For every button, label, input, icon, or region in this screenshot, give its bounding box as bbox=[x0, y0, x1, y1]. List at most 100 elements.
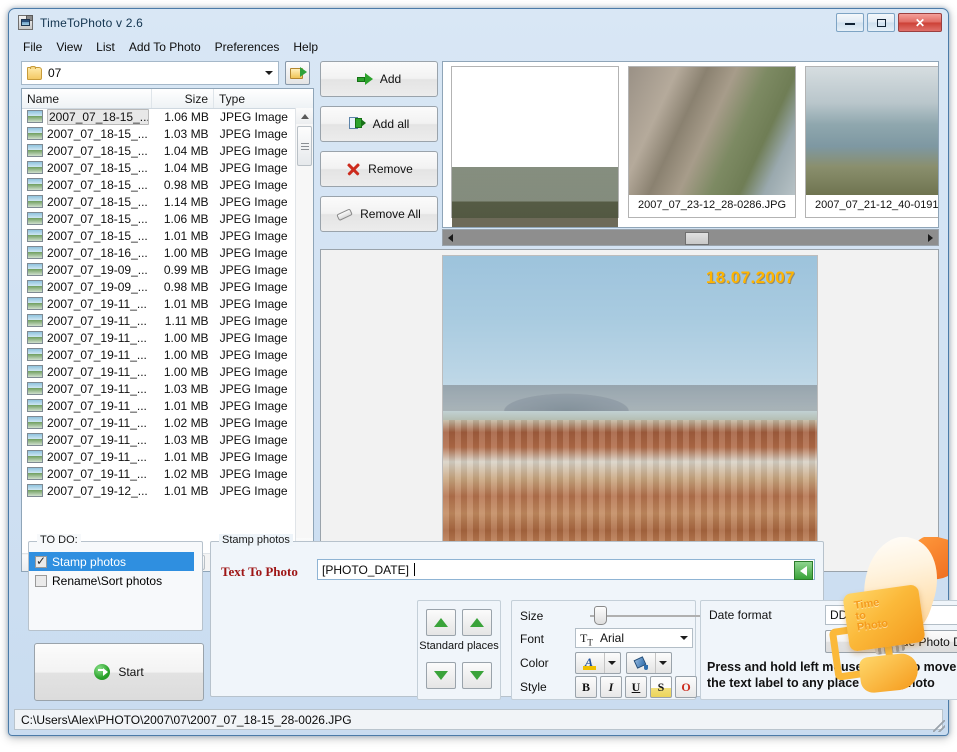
file-list-row[interactable]: 2007_07_19-11_... 1.03 MB JPEG Image bbox=[22, 380, 297, 397]
todo-item-rename-sort-photos[interactable]: Rename\Sort photos bbox=[29, 571, 202, 590]
todo-item-stamp-photos[interactable]: Stamp photos bbox=[29, 552, 194, 571]
minimize-button[interactable] bbox=[836, 13, 864, 32]
outline-button[interactable]: O bbox=[675, 676, 697, 698]
start-button[interactable]: Start bbox=[34, 643, 204, 701]
size-slider-thumb[interactable] bbox=[594, 606, 607, 625]
file-list-row[interactable]: 2007_07_18-15_... 1.01 MB JPEG Image bbox=[22, 227, 297, 244]
place-bottom-left-button[interactable] bbox=[426, 662, 456, 689]
thumb-scroll-right-button[interactable] bbox=[923, 230, 938, 245]
menu-item-preferences[interactable]: Preferences bbox=[208, 38, 287, 56]
place-top-right-button[interactable] bbox=[462, 609, 492, 636]
file-list-row[interactable]: 2007_07_18-15_... 1.04 MB JPEG Image bbox=[22, 142, 297, 159]
column-header-size[interactable]: Size bbox=[152, 89, 214, 108]
file-list-row[interactable]: 2007_07_18-15_... 1.14 MB JPEG Image bbox=[22, 193, 297, 210]
file-list-row[interactable]: 2007_07_19-11_... 1.02 MB JPEG Image bbox=[22, 465, 297, 482]
add-all-button[interactable]: Add all bbox=[320, 106, 438, 142]
browse-folder-button[interactable] bbox=[285, 61, 310, 85]
file-type: JPEG Image bbox=[219, 466, 288, 481]
file-list-row[interactable]: 2007_07_19-09_... 0.98 MB JPEG Image bbox=[22, 278, 297, 295]
add-button[interactable]: Add bbox=[320, 61, 438, 97]
application-window: TimeToPhoto v 2.6 ✕ File View List Add T… bbox=[8, 8, 957, 736]
thumb-scroll-left-button[interactable] bbox=[443, 230, 458, 245]
file-size: 1.01 MB bbox=[163, 228, 209, 243]
file-list-row[interactable]: 2007_07_18-15_... 1.03 MB JPEG Image bbox=[22, 125, 297, 142]
menu-item-add-to-photo[interactable]: Add To Photo bbox=[122, 38, 208, 56]
file-list-vertical-scrollbar[interactable] bbox=[295, 108, 313, 554]
place-bottom-right-button[interactable] bbox=[462, 662, 492, 689]
file-list-row[interactable]: 2007_07_19-11_... 1.02 MB JPEG Image bbox=[22, 414, 297, 431]
photo-preview-panel[interactable]: 18.07.2007 bbox=[320, 249, 939, 572]
close-button[interactable]: ✕ bbox=[898, 13, 942, 32]
file-list-row[interactable]: 2007_07_19-11_... 1.00 MB JPEG Image bbox=[22, 329, 297, 346]
file-list-row[interactable]: 2007_07_18-15_... 1.04 MB JPEG Image bbox=[22, 159, 297, 176]
file-list-row[interactable]: 2007_07_18-16_... 1.00 MB JPEG Image bbox=[22, 244, 297, 261]
folder-combo[interactable]: 07 bbox=[21, 61, 279, 85]
italic-button[interactable]: I bbox=[600, 676, 622, 698]
thumbnail-image bbox=[806, 67, 938, 195]
file-thumb-icon bbox=[27, 416, 43, 429]
file-size: 1.00 MB bbox=[163, 347, 209, 362]
thumb-scrollbar-thumb[interactable] bbox=[685, 232, 709, 245]
column-header-type[interactable]: Type bbox=[214, 89, 297, 108]
maximize-button[interactable] bbox=[867, 13, 895, 32]
file-name: 2007_07_19-11_... bbox=[47, 296, 147, 311]
insert-token-button[interactable] bbox=[794, 561, 813, 580]
todo-groupbox: TO DO: Stamp photos Rename\Sort photos bbox=[28, 534, 203, 631]
text-color-button[interactable]: A bbox=[575, 652, 621, 674]
text-to-photo-input[interactable]: [PHOTO_DATE] bbox=[317, 559, 815, 580]
file-list-row[interactable]: 2007_07_19-11_... 1.01 MB JPEG Image bbox=[22, 448, 297, 465]
file-list-body[interactable]: 2007_07_18-15_... 1.06 MB JPEG Image 2007_0… bbox=[22, 108, 297, 554]
file-name: 2007_07_19-11_... bbox=[47, 330, 147, 345]
menu-item-list[interactable]: List bbox=[89, 38, 122, 56]
file-list-row[interactable]: 2007_07_18-15_... 1.06 MB JPEG Image bbox=[22, 108, 297, 125]
file-list-row[interactable]: 2007_07_19-11_... 1.00 MB JPEG Image bbox=[22, 363, 297, 380]
thumbnail-caption: 2007_07_23-12_28-0286.JPG bbox=[637, 199, 786, 211]
thumbnail-item[interactable]: 2007_07_21-12_40-0191.JPG bbox=[805, 66, 938, 218]
checkbox-icon[interactable] bbox=[35, 554, 47, 568]
thumbnail-item[interactable]: 2007_07_23-12_28-0286.JPG bbox=[628, 66, 796, 218]
file-name: 2007_07_19-11_... bbox=[47, 398, 147, 413]
scrollbar-thumb[interactable] bbox=[297, 126, 312, 166]
menu-item-file[interactable]: File bbox=[16, 38, 49, 56]
file-list-row[interactable]: 2007_07_19-12_... 1.01 MB JPEG Image bbox=[22, 482, 297, 499]
remove-all-button[interactable]: Remove All bbox=[320, 196, 438, 232]
background-color-button[interactable] bbox=[626, 652, 672, 674]
checkbox-icon[interactable] bbox=[35, 574, 47, 587]
file-size: 1.14 MB bbox=[163, 194, 209, 209]
chevron-down-icon[interactable] bbox=[676, 636, 692, 640]
column-header-name[interactable]: Name bbox=[22, 89, 152, 108]
scroll-up-button[interactable] bbox=[296, 108, 313, 124]
menu-item-help[interactable]: Help bbox=[286, 38, 325, 56]
file-list-header: Name Size Type bbox=[22, 89, 313, 109]
window-controls: ✕ bbox=[836, 13, 942, 32]
file-size: 1.03 MB bbox=[163, 126, 209, 141]
file-list-row[interactable]: 2007_07_19-09_... 0.99 MB JPEG Image bbox=[22, 261, 297, 278]
place-top-left-button[interactable] bbox=[426, 609, 456, 636]
chevron-down-icon[interactable] bbox=[260, 62, 278, 84]
file-thumb-icon bbox=[27, 195, 43, 208]
file-list-row[interactable]: 2007_07_19-11_... 1.03 MB JPEG Image bbox=[22, 431, 297, 448]
file-list-row[interactable]: 2007_07_19-11_... 1.01 MB JPEG Image bbox=[22, 397, 297, 414]
resize-grip[interactable] bbox=[933, 720, 945, 732]
preview-image[interactable]: 18.07.2007 bbox=[442, 255, 818, 544]
thumbnail-item[interactable]: 2007_07_23-12_26-0284.JPG bbox=[451, 66, 619, 227]
file-list-row[interactable]: 2007_07_18-15_... 0.98 MB JPEG Image bbox=[22, 176, 297, 193]
file-list-row[interactable]: 2007_07_19-11_... 1.11 MB JPEG Image bbox=[22, 312, 297, 329]
file-list-row[interactable]: 2007_07_19-11_... 1.00 MB JPEG Image bbox=[22, 346, 297, 363]
shadow-button[interactable]: S bbox=[650, 676, 672, 698]
bold-button[interactable]: B bbox=[575, 676, 597, 698]
font-combo[interactable]: TT Arial bbox=[575, 628, 693, 648]
file-thumb-icon bbox=[27, 365, 43, 378]
file-list-row[interactable]: 2007_07_19-11_... 1.01 MB JPEG Image bbox=[22, 295, 297, 312]
thumbnail-scrollbar[interactable] bbox=[442, 229, 939, 246]
chevron-down-icon[interactable] bbox=[655, 653, 670, 673]
thumbnail-strip[interactable]: 2007_07_23-12_26-0284.JPG 2007_07_23-12_… bbox=[442, 61, 939, 228]
chevron-down-icon[interactable] bbox=[604, 653, 619, 673]
date-stamp-overlay[interactable]: 18.07.2007 bbox=[706, 268, 795, 288]
remove-button[interactable]: Remove bbox=[320, 151, 438, 187]
menu-item-view[interactable]: View bbox=[49, 38, 89, 56]
underline-button[interactable]: U bbox=[625, 676, 647, 698]
file-list-row[interactable]: 2007_07_18-15_... 1.06 MB JPEG Image bbox=[22, 210, 297, 227]
folder-row: 07 bbox=[21, 61, 314, 86]
file-name: 2007_07_19-11_... bbox=[47, 415, 147, 430]
